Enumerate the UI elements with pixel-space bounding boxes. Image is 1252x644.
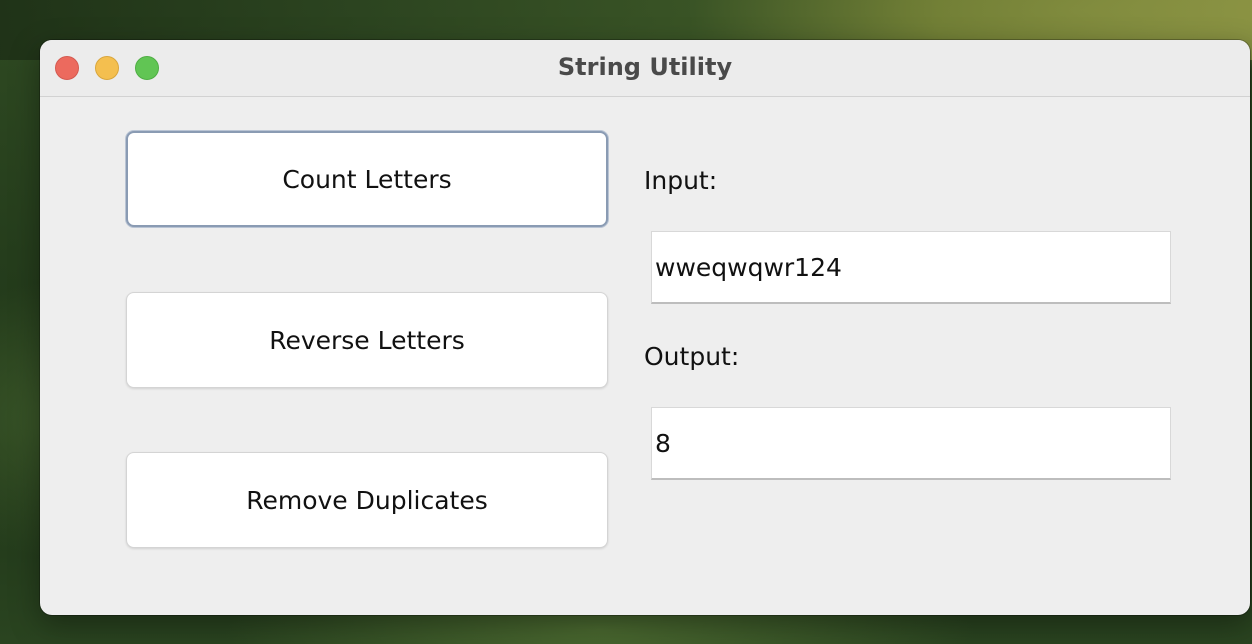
count-letters-button[interactable]: Count Letters: [126, 131, 608, 227]
remove-duplicates-button[interactable]: Remove Duplicates: [126, 452, 608, 548]
title-bar[interactable]: String Utility: [40, 40, 1250, 97]
window-title: String Utility: [557, 53, 733, 81]
output-field[interactable]: 8: [651, 407, 1171, 480]
app-window: String Utility Count Letters Reverse Let…: [40, 40, 1250, 615]
reverse-letters-button[interactable]: Reverse Letters: [126, 292, 608, 388]
input-label: Input:: [644, 166, 718, 195]
output-label: Output:: [644, 342, 740, 371]
input-field[interactable]: wweqwqwr124: [651, 231, 1171, 304]
